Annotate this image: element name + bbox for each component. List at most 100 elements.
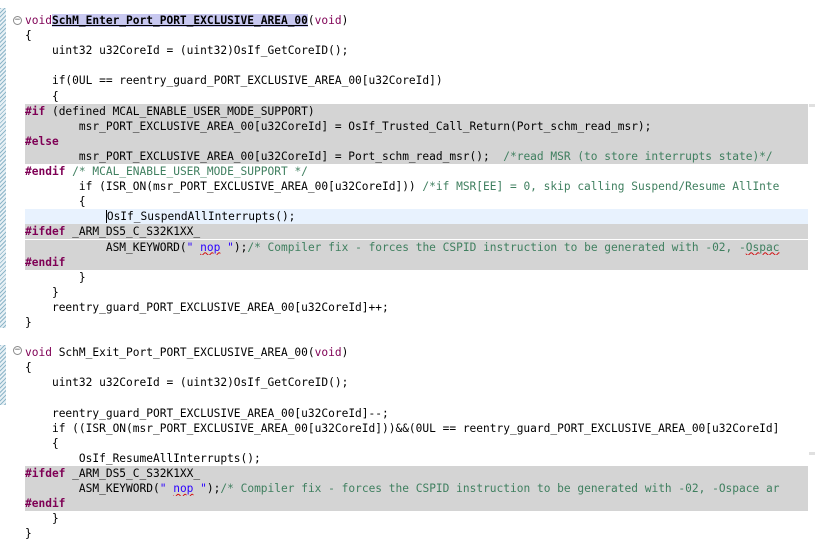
- code-line[interactable]: voidSchM_Enter_Port_PORT_EXCLUSIVE_AREA_…: [25, 13, 808, 28]
- code-token: SchM_Exit_Port_PORT_EXCLUSIVE_AREA_00(: [51, 346, 315, 360]
- code-line[interactable]: #endif: [25, 496, 808, 512]
- code-token: #endif: [25, 255, 66, 269]
- code-token: );: [206, 482, 221, 496]
- code-token: uint32 u32CoreId = (uint32)OsIf_GetCoreI…: [51, 376, 349, 390]
- overview-stripe: [0, 8, 6, 328]
- code-token: _ARM_DS5_C_S32K1XX_: [65, 467, 201, 480]
- code-token: ": [193, 482, 207, 496]
- code-token: void: [25, 346, 52, 360]
- code-token: ASM_KEYWORD(: [78, 482, 160, 496]
- code-line[interactable]: #ifdef _ARM_DS5_C_S32K1XX_: [25, 466, 808, 481]
- code-line[interactable]: }: [25, 526, 808, 541]
- code-token: #if: [25, 104, 46, 118]
- code-token: SchM_Enter_Port_PORT_EXCLUSIVE_AREA_00: [51, 14, 308, 27]
- code-line[interactable]: if (ISR_ON(msr_PORT_EXCLUSIVE_AREA_00[u3…: [25, 179, 808, 194]
- code-token: reentry_guard_PORT_EXCLUSIVE_AREA_00[u32…: [51, 406, 389, 420]
- code-line[interactable]: if(0UL == reentry_guard_PORT_EXCLUSIVE_A…: [25, 73, 808, 88]
- code-token: nop: [200, 240, 221, 254]
- code-token: }: [25, 527, 32, 541]
- code-token: ): [341, 346, 349, 360]
- code-token: {: [51, 89, 59, 103]
- code-line[interactable]: msr_PORT_EXCLUSIVE_AREA_00[u32CoreId] = …: [25, 118, 808, 134]
- code-token: void: [314, 14, 342, 27]
- code-line[interactable]: }: [25, 270, 808, 285]
- code-token: {: [25, 29, 32, 43]
- code-token: #endif: [25, 497, 66, 511]
- code-line[interactable]: }: [25, 511, 808, 526]
- code-line[interactable]: {: [25, 436, 808, 451]
- code-line[interactable]: void SchM_Exit_Port_PORT_EXCLUSIVE_AREA_…: [25, 345, 808, 360]
- code-line[interactable]: reentry_guard_PORT_EXCLUSIVE_AREA_00[u32…: [25, 406, 808, 421]
- code-token: void: [25, 14, 52, 27]
- code-token: ": [186, 240, 201, 254]
- code-line[interactable]: if ((ISR_ON(msr_PORT_EXCLUSIVE_AREA_00[u…: [25, 421, 808, 436]
- code-token: reentry_guard_PORT_EXCLUSIVE_AREA_00[u32…: [51, 300, 389, 314]
- code-line[interactable]: OsIf_SuspendAllInterrupts();: [25, 209, 808, 225]
- scroll-marker: [809, 104, 815, 107]
- code-line[interactable]: OsIf_ResumeAllInterrupts();: [25, 451, 808, 466]
- code-token: /* Compiler fix - forces the CSPID instr…: [220, 482, 780, 496]
- code-token: /* MCAL_ENABLE_USER_MODE_SUPPORT */: [72, 165, 308, 178]
- collapse-icon[interactable]: −: [13, 16, 22, 25]
- code-token: (defined MCAL_ENABLE_USER_MODE_SUPPORT): [45, 104, 315, 118]
- code-line[interactable]: #ifdef _ARM_DS5_C_S32K1XX_: [25, 224, 808, 240]
- code-token: uint32 u32CoreId = (uint32)OsIf_GetCoreI…: [51, 44, 349, 58]
- code-token: ": [220, 240, 234, 254]
- code-line[interactable]: [25, 330, 808, 345]
- overview-stripe: [0, 345, 6, 405]
- code-token: }: [51, 285, 59, 299]
- code-line[interactable]: {: [25, 194, 808, 209]
- code-token: OsIf_SuspendAllInterrupts();: [106, 210, 296, 224]
- code-token: #ifdef: [25, 467, 66, 480]
- code-line[interactable]: #endif: [25, 254, 808, 270]
- code-line[interactable]: [25, 391, 808, 406]
- code-token: /*if MSR[EE] = 0, skip calling Suspend/R…: [422, 180, 780, 194]
- code-line[interactable]: [25, 58, 808, 73]
- code-line[interactable]: #if (defined MCAL_ENABLE_USER_MODE_SUPPO…: [25, 103, 808, 119]
- code-line[interactable]: msr_PORT_EXCLUSIVE_AREA_00[u32CoreId] = …: [25, 148, 808, 164]
- code-token: if(0UL == reentry_guard_PORT_EXCLUSIVE_A…: [51, 74, 443, 88]
- code-token: }: [51, 512, 59, 526]
- code-line[interactable]: }: [25, 285, 808, 300]
- code-line[interactable]: uint32 u32CoreId = (uint32)OsIf_GetCoreI…: [25, 375, 808, 390]
- code-line[interactable]: #else: [25, 133, 808, 149]
- code-line[interactable]: ASM_KEYWORD(" nop ");/* Compiler fix - f…: [25, 239, 808, 255]
- code-token: void: [314, 346, 342, 360]
- code-line[interactable]: {: [25, 28, 808, 43]
- code-token: (: [307, 14, 315, 27]
- code-token: {: [51, 436, 59, 450]
- code-line[interactable]: reentry_guard_PORT_EXCLUSIVE_AREA_00[u32…: [25, 300, 808, 315]
- code-line[interactable]: }: [25, 315, 808, 330]
- collapse-icon[interactable]: −: [13, 346, 22, 355]
- code-line[interactable]: uint32 u32CoreId = (uint32)OsIf_GetCoreI…: [25, 43, 808, 58]
- code-token: if (ISR_ON(msr_PORT_EXCLUSIVE_AREA_00[u3…: [78, 180, 423, 194]
- vertical-scrollbar[interactable]: [808, 0, 816, 553]
- code-token: OsIf_ResumeAllInterrupts();: [78, 451, 261, 465]
- code-line[interactable]: #endif /* MCAL_ENABLE_USER_MODE_SUPPORT …: [25, 164, 808, 179]
- code-line[interactable]: {: [25, 89, 808, 104]
- code-token: /* Compiler fix - forces the CSPID instr…: [247, 240, 746, 254]
- code-token: }: [78, 270, 86, 284]
- code-token: msr_PORT_EXCLUSIVE_AREA_00[u32CoreId] = …: [78, 149, 504, 163]
- code-token: msr_PORT_EXCLUSIVE_AREA_00[u32CoreId] = …: [78, 119, 652, 133]
- code-token: ): [341, 14, 349, 27]
- code-line[interactable]: ASM_KEYWORD(" nop ");/* Compiler fix - f…: [25, 481, 808, 497]
- code-token: {: [25, 361, 32, 375]
- code-line[interactable]: {: [25, 360, 808, 375]
